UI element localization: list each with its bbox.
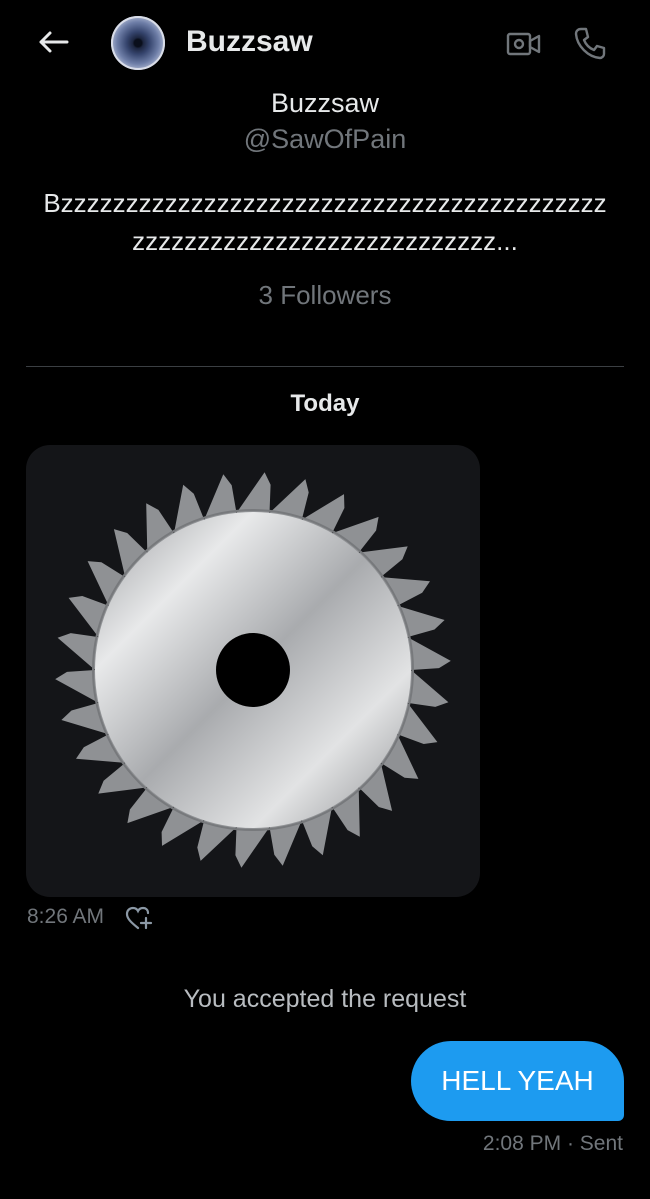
profile-name: Buzzsaw	[270, 88, 380, 118]
add-reaction-button[interactable]	[124, 904, 154, 932]
system-note: You accepted the request	[183, 985, 467, 1013]
back-button[interactable]	[30, 22, 76, 62]
saw-blade-image	[55, 472, 451, 868]
image-message[interactable]	[26, 445, 480, 897]
video-call-button[interactable]	[503, 24, 545, 64]
message-status: 2:08 PM · Sent	[482, 1132, 623, 1155]
phone-call-button[interactable]	[569, 22, 611, 64]
profile-bio: Bzzzzzzzzzzzzzzzzzzzzzzzzzzzzzzzzzzzzzzz…	[43, 188, 607, 256]
heart-plus-icon	[125, 906, 153, 930]
profile-handle: @SawOfPain	[243, 124, 407, 154]
phone-call-icon	[574, 27, 606, 60]
video-call-icon	[506, 32, 541, 56]
divider	[26, 366, 624, 367]
conversation-header: Buzzsaw	[0, 0, 650, 86]
avatar[interactable]	[111, 16, 165, 70]
followers-count[interactable]: 3 Followers	[0, 280, 650, 311]
arrow-left-icon	[39, 31, 69, 53]
outgoing-message-bubble[interactable]: HELL YEAH	[411, 1041, 624, 1121]
date-separator: Today	[290, 390, 360, 417]
message-timestamp: 8:26 AM	[27, 905, 105, 928]
conversation-title[interactable]: Buzzsaw	[186, 25, 313, 59]
